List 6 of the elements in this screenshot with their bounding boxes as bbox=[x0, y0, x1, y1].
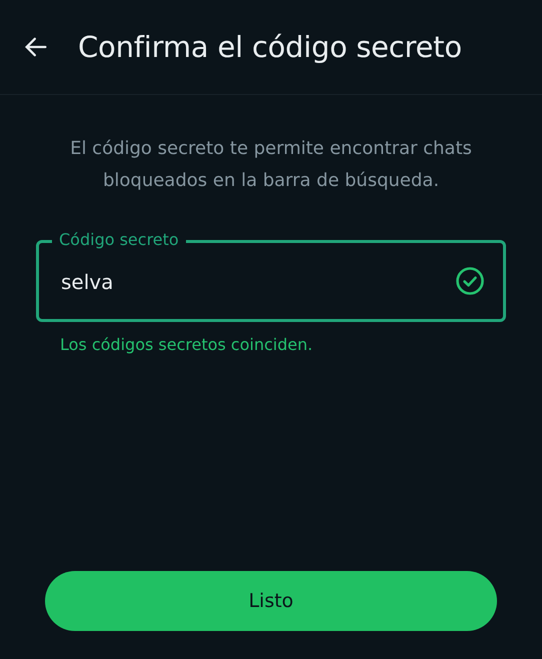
description-text: El código secreto te permite encontrar chats bloqueados en la barra de búsqueda. bbox=[69, 137, 473, 193]
code-input[interactable]: selva bbox=[61, 270, 455, 294]
field-label: Código secreto bbox=[52, 231, 186, 249]
done-button[interactable]: Listo bbox=[45, 571, 497, 631]
match-message: Los códigos secretos coinciden. bbox=[60, 335, 314, 355]
screen-title: Confirma el código secreto bbox=[78, 30, 462, 64]
